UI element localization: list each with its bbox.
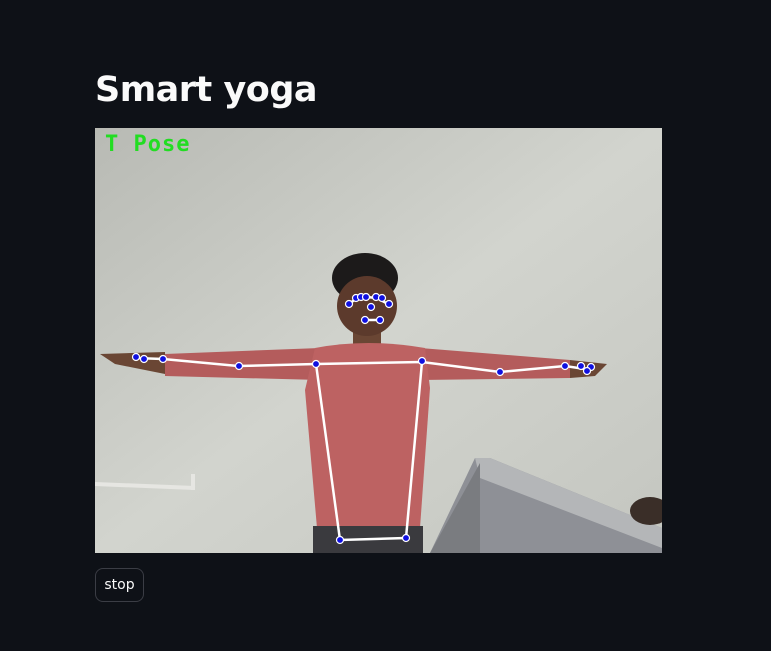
page-title: Smart yoga: [95, 70, 318, 110]
webcam-scene: [95, 128, 662, 553]
stop-button[interactable]: stop: [95, 568, 144, 602]
webcam-video-frame: T Pose: [95, 128, 662, 553]
pose-label: T Pose: [105, 132, 191, 157]
